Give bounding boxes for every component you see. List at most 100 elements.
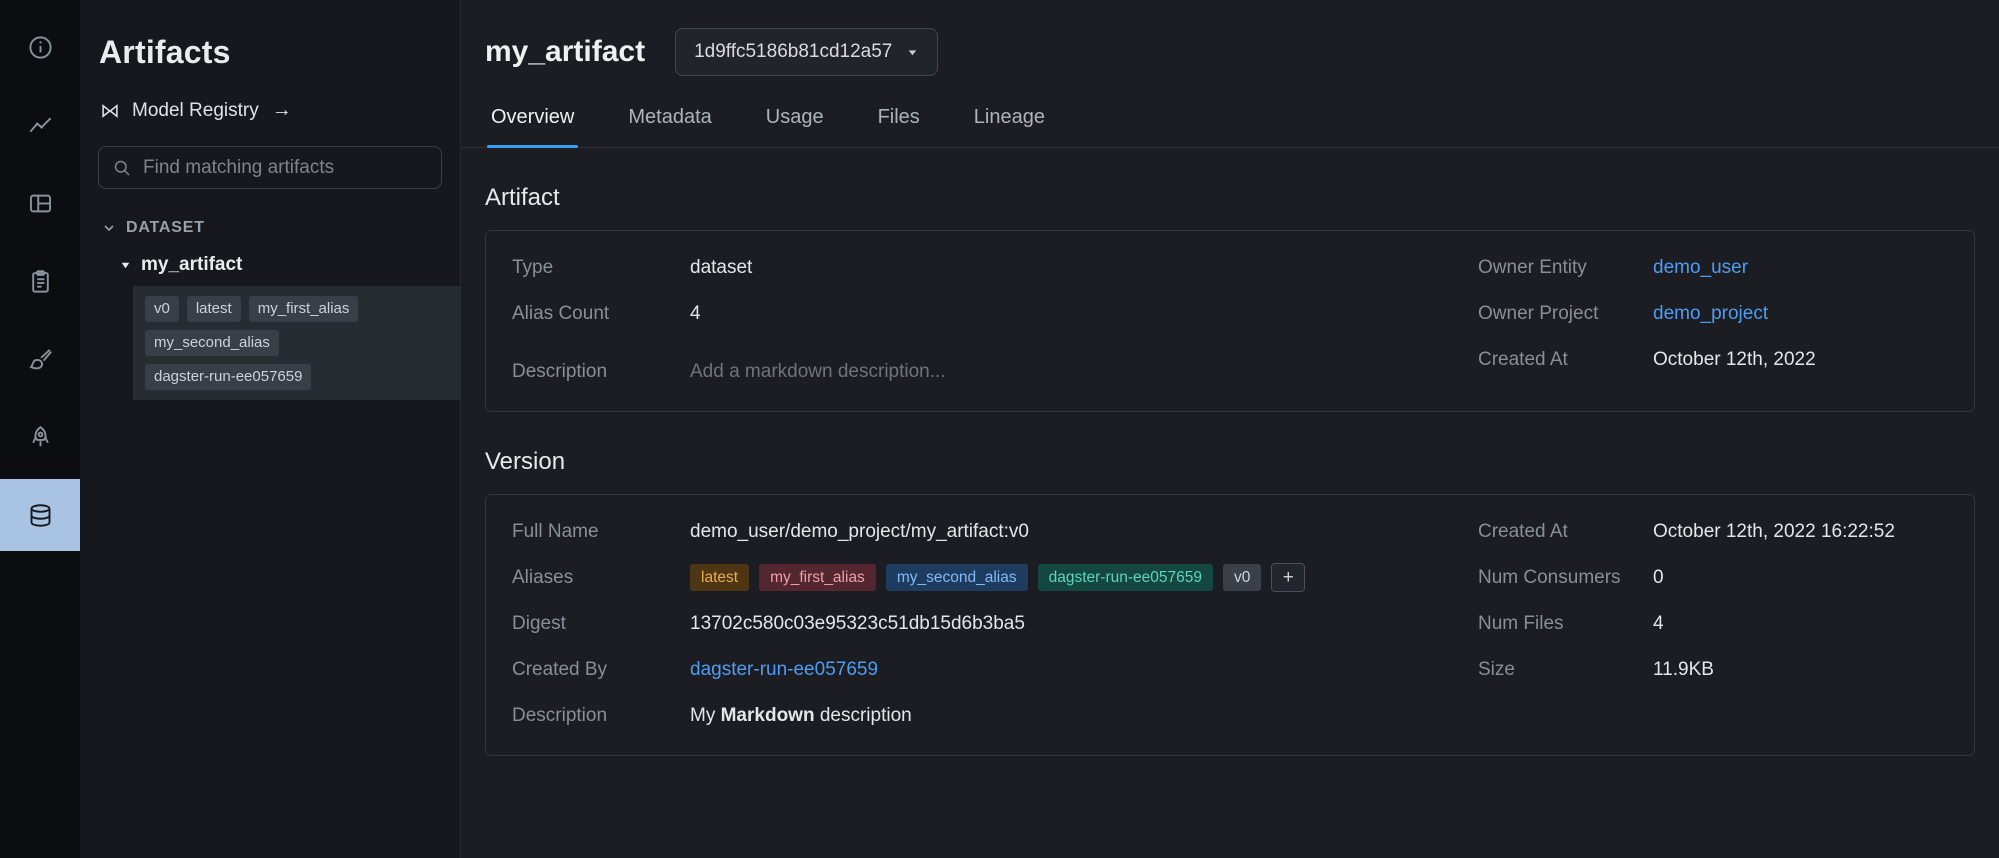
artifact-header: my_artifact 1d9ffc5186b81cd12a57 xyxy=(461,0,1999,76)
tab-overview[interactable]: Overview xyxy=(487,106,578,147)
alias-tag[interactable]: my_first_alias xyxy=(759,564,876,591)
field-label: Owner Project xyxy=(1478,299,1653,329)
field-value: October 12th, 2022 xyxy=(1653,345,1816,375)
nav-sweeps-button[interactable] xyxy=(0,320,80,398)
caret-down-icon xyxy=(119,259,132,272)
artifact-search-input[interactable] xyxy=(143,157,428,179)
arrow-right-icon: → xyxy=(272,99,292,122)
artifact-detail-pane: my_artifact 1d9ffc5186b81cd12a57 Overvie… xyxy=(461,0,1999,858)
artifact-panel-right: Owner Entity demo_user Owner Project dem… xyxy=(1478,253,1948,391)
model-registry-link[interactable]: Model Registry → xyxy=(99,99,292,122)
sweep-brush-icon xyxy=(27,346,54,373)
info-icon xyxy=(27,34,54,61)
field-aliases: Aliases latest my_first_alias my_second_… xyxy=(512,563,1418,593)
tab-usage[interactable]: Usage xyxy=(762,106,828,147)
artifact-panel-left: Type dataset Alias Count 4 Description A… xyxy=(512,253,1418,403)
tree-version-row[interactable]: v0 latest my_first_alias my_second_alias… xyxy=(133,286,461,400)
field-num-consumers: Num Consumers 0 xyxy=(1478,563,1948,593)
page-title: my_artifact xyxy=(485,28,645,76)
nav-panels-button[interactable] xyxy=(0,164,80,242)
description-text: My xyxy=(690,705,721,726)
field-label: Digest xyxy=(512,609,690,639)
field-value: dataset xyxy=(690,253,752,283)
artifact-tree: DATASET my_artifact v0 latest my_first_a… xyxy=(80,219,460,400)
description-text: description xyxy=(815,705,912,726)
alias-chip: my_second_alias xyxy=(145,330,279,356)
field-version-description: Description My Markdown description xyxy=(512,701,1418,731)
version-hash-value: 1d9ffc5186b81cd12a57 xyxy=(694,41,892,63)
field-value: 4 xyxy=(1653,609,1664,639)
table-panels-icon xyxy=(27,190,54,217)
field-full-name: Full Name demo_user/demo_project/my_arti… xyxy=(512,517,1418,547)
report-clipboard-icon xyxy=(27,268,54,295)
launch-rocket-icon xyxy=(27,424,54,451)
field-label: Num Files xyxy=(1478,609,1653,639)
field-label: Description xyxy=(512,701,690,731)
nav-reports-button[interactable] xyxy=(0,242,80,320)
artifacts-page: Artifacts Model Registry → DATASET xyxy=(0,0,1999,858)
created-by-run-link[interactable]: dagster-run-ee057659 xyxy=(690,655,878,685)
alias-tag[interactable]: dagster-run-ee057659 xyxy=(1038,564,1213,591)
field-value: October 12th, 2022 16:22:52 xyxy=(1653,517,1895,547)
nav-launch-button[interactable] xyxy=(0,398,80,476)
description-placeholder[interactable]: Add a markdown description... xyxy=(690,357,946,387)
owner-project-link[interactable]: demo_project xyxy=(1653,299,1768,329)
artifact-search-box xyxy=(98,146,442,189)
chevron-down-icon xyxy=(101,220,117,236)
artifact-section-heading: Artifact xyxy=(485,184,1975,212)
add-alias-button[interactable]: + xyxy=(1271,563,1305,592)
nav-info-button[interactable] xyxy=(0,8,80,86)
field-label: Created At xyxy=(1478,517,1653,547)
description-bold-text: Markdown xyxy=(721,705,815,726)
search-icon xyxy=(112,158,132,178)
field-type: Type dataset xyxy=(512,253,1418,283)
model-registry-icon xyxy=(99,100,121,122)
version-panel-left: Full Name demo_user/demo_project/my_arti… xyxy=(512,517,1418,747)
version-description-value[interactable]: My Markdown description xyxy=(690,701,912,731)
digest-value: 13702c580c03e95323c51db15d6b3ba5 xyxy=(690,609,1025,639)
version-tag[interactable]: v0 xyxy=(1223,564,1261,591)
field-created-by: Created By dagster-run-ee057659 xyxy=(512,655,1418,685)
alias-tag[interactable]: latest xyxy=(690,564,749,591)
artifact-panel: Type dataset Alias Count 4 Description A… xyxy=(485,230,1975,412)
tree-artifact-name: my_artifact xyxy=(141,254,242,276)
field-label: Description xyxy=(512,357,690,387)
alias-chip: my_first_alias xyxy=(249,296,359,322)
field-value: demo_user/demo_project/my_artifact:v0 xyxy=(690,517,1029,547)
overview-content: Artifact Type dataset Alias Count 4 Desc… xyxy=(461,184,1999,756)
field-description: Description Add a markdown description..… xyxy=(512,357,1418,387)
alias-tag[interactable]: my_second_alias xyxy=(886,564,1028,591)
field-label: Size xyxy=(1478,655,1653,685)
tab-metadata[interactable]: Metadata xyxy=(624,106,715,147)
field-label: Owner Entity xyxy=(1478,253,1653,283)
version-hash-dropdown[interactable]: 1d9ffc5186b81cd12a57 xyxy=(675,28,938,76)
field-label: Full Name xyxy=(512,517,690,547)
version-chip: v0 xyxy=(145,296,179,322)
owner-entity-link[interactable]: demo_user xyxy=(1653,253,1748,283)
field-label: Aliases xyxy=(512,563,690,593)
field-label: Alias Count xyxy=(512,299,690,329)
model-registry-label: Model Registry xyxy=(132,100,259,122)
tree-item-my-artifact[interactable]: my_artifact xyxy=(80,254,460,276)
field-version-created-at: Created At October 12th, 2022 16:22:52 xyxy=(1478,517,1948,547)
field-owner-entity: Owner Entity demo_user xyxy=(1478,253,1948,283)
nav-rail xyxy=(0,0,80,858)
nav-charts-button[interactable] xyxy=(0,86,80,164)
field-size: Size 11.9KB xyxy=(1478,655,1948,685)
line-chart-icon xyxy=(27,112,54,139)
alias-chip: latest xyxy=(187,296,241,322)
nav-artifacts-button[interactable] xyxy=(0,479,80,551)
alias-tag-row: latest my_first_alias my_second_alias da… xyxy=(690,563,1305,592)
field-value: 4 xyxy=(690,299,701,329)
artifacts-sidebar: Artifacts Model Registry → DATASET xyxy=(80,0,461,858)
tree-section-label: DATASET xyxy=(126,219,205,237)
version-panel: Full Name demo_user/demo_project/my_arti… xyxy=(485,494,1975,756)
field-label: Type xyxy=(512,253,690,283)
field-owner-project: Owner Project demo_project xyxy=(1478,299,1948,329)
tab-files[interactable]: Files xyxy=(874,106,924,147)
tab-lineage[interactable]: Lineage xyxy=(970,106,1049,147)
tree-section-dataset[interactable]: DATASET xyxy=(80,219,460,237)
field-value: 11.9KB xyxy=(1653,655,1714,685)
plus-icon: + xyxy=(1283,563,1294,593)
field-label: Created By xyxy=(512,655,690,685)
